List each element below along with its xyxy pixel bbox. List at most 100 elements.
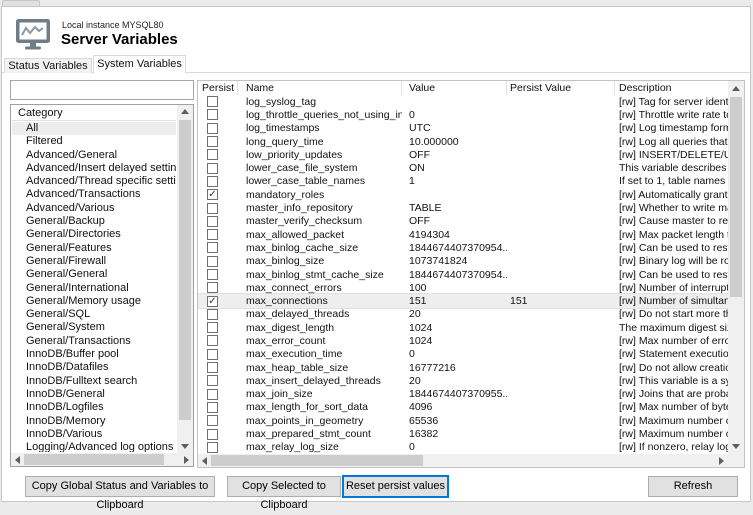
- persist-checkbox[interactable]: [207, 216, 218, 227]
- category-item[interactable]: General/Features: [12, 242, 176, 255]
- table-row[interactable]: max_digest_length1024The maximum digest …: [198, 321, 728, 334]
- table-row[interactable]: max_insert_delayed_threads20[rw] This va…: [198, 374, 728, 387]
- refresh-button[interactable]: Refresh: [648, 476, 738, 497]
- category-search-input[interactable]: [10, 80, 194, 100]
- persist-checkbox[interactable]: [207, 415, 218, 426]
- persist-checkbox[interactable]: [207, 96, 218, 107]
- persist-checkbox[interactable]: [207, 335, 218, 346]
- table-row[interactable]: lower_case_file_systemONThis variable de…: [198, 161, 728, 174]
- persist-checkbox-checked[interactable]: ✓: [207, 189, 218, 200]
- category-item[interactable]: Advanced/Thread specific settings: [12, 175, 176, 188]
- table-row[interactable]: long_query_time10.000000[rw] Log all que…: [198, 135, 728, 148]
- persist-checkbox[interactable]: [207, 136, 218, 147]
- table-row[interactable]: max_heap_table_size16777216[rw] Do not a…: [198, 361, 728, 374]
- category-item[interactable]: General/Transactions: [12, 335, 176, 348]
- persist-checkbox[interactable]: [207, 163, 218, 174]
- category-item[interactable]: InnoDB/General: [12, 388, 176, 401]
- column-header-persist-value[interactable]: Persist Value: [507, 81, 615, 95]
- scrollbar-thumb[interactable]: [24, 454, 164, 465]
- table-row[interactable]: master_verify_checksumOFF[rw] Cause mast…: [198, 215, 728, 228]
- persist-checkbox[interactable]: [207, 375, 218, 386]
- category-column-header[interactable]: Category: [12, 106, 176, 121]
- persist-checkbox[interactable]: [207, 203, 218, 214]
- table-row[interactable]: max_allowed_packet4194304[rw] Max packet…: [198, 228, 728, 241]
- table-row[interactable]: master_info_repositoryTABLE[rw] Whether …: [198, 201, 728, 214]
- category-item[interactable]: General/Memory usage: [12, 295, 176, 308]
- table-row[interactable]: max_binlog_size1073741824[rw] Binary log…: [198, 255, 728, 268]
- tab-status-variables[interactable]: Status Variables: [4, 58, 92, 73]
- category-item[interactable]: All: [12, 122, 176, 135]
- table-row[interactable]: max_error_count1024[rw] Max number of er…: [198, 334, 728, 347]
- persist-checkbox[interactable]: [207, 229, 218, 240]
- table-row[interactable]: lower_case_table_names1If set to 1, tabl…: [198, 175, 728, 188]
- table-row[interactable]: low_priority_updatesOFF[rw] INSERT/DELET…: [198, 148, 728, 161]
- scroll-down-icon[interactable]: [729, 440, 742, 453]
- scroll-down-icon[interactable]: [178, 440, 191, 453]
- scrollbar-thumb[interactable]: [211, 455, 423, 466]
- persist-checkbox[interactable]: [207, 269, 218, 280]
- persist-checkbox[interactable]: [207, 442, 218, 453]
- persist-checkbox[interactable]: [207, 256, 218, 267]
- table-vertical-scrollbar[interactable]: [728, 81, 744, 454]
- category-item[interactable]: Advanced/Transactions: [12, 188, 176, 201]
- persist-checkbox[interactable]: [207, 176, 218, 187]
- column-header-value[interactable]: Value: [402, 81, 507, 95]
- category-item[interactable]: General/Directories: [12, 228, 176, 241]
- category-item[interactable]: General/General: [12, 268, 176, 281]
- category-item[interactable]: Advanced/Various: [12, 202, 176, 215]
- scroll-up-icon[interactable]: [729, 82, 742, 95]
- persist-checkbox[interactable]: [207, 402, 218, 413]
- table-row[interactable]: log_syslog_tag[rw] Tag for server identi…: [198, 95, 728, 108]
- category-item[interactable]: Filtered: [12, 135, 176, 148]
- table-row[interactable]: log_throttle_queries_not_using_inde...0[…: [198, 108, 728, 121]
- category-item[interactable]: InnoDB/Various: [12, 428, 176, 441]
- copy-selected-button[interactable]: Copy Selected to Clipboard: [227, 476, 341, 497]
- column-header-name[interactable]: Name: [238, 81, 402, 95]
- column-header-persist[interactable]: Persist: [198, 81, 238, 95]
- category-item[interactable]: General/International: [12, 282, 176, 295]
- scroll-left-icon[interactable]: [198, 454, 211, 467]
- category-item[interactable]: General/Backup: [12, 215, 176, 228]
- column-header-description[interactable]: Description: [615, 81, 730, 95]
- table-row[interactable]: max_execution_time0[rw] Statement execut…: [198, 348, 728, 361]
- persist-checkbox[interactable]: [207, 362, 218, 373]
- table-row[interactable]: max_prepared_stmt_count16382[rw] Maximum…: [198, 427, 728, 440]
- table-row[interactable]: max_binlog_stmt_cache_size18446744073709…: [198, 268, 728, 281]
- table-row[interactable]: max_relay_log_size0[rw] If nonzero, rela…: [198, 441, 728, 454]
- category-item[interactable]: InnoDB/Buffer pool: [12, 348, 176, 361]
- category-item[interactable]: General/Firewall: [12, 255, 176, 268]
- persist-checkbox[interactable]: [207, 349, 218, 360]
- table-row[interactable]: ✓mandatory_roles[rw] Automatically grant…: [198, 188, 728, 201]
- category-item[interactable]: General/System: [12, 321, 176, 334]
- category-vertical-scrollbar[interactable]: [177, 105, 193, 453]
- persist-checkbox[interactable]: [207, 109, 218, 120]
- table-row[interactable]: max_binlog_cache_size1844674407370954...…: [198, 241, 728, 254]
- table-row[interactable]: max_connect_errors100[rw] Number of inte…: [198, 281, 728, 294]
- persist-checkbox[interactable]: [207, 429, 218, 440]
- scroll-right-icon[interactable]: [715, 454, 728, 467]
- category-item[interactable]: Advanced/Insert delayed settings: [12, 162, 176, 175]
- persist-checkbox[interactable]: [207, 123, 218, 134]
- reset-persist-values-button[interactable]: Reset persist values: [343, 476, 448, 497]
- tab-system-variables[interactable]: System Variables: [93, 55, 186, 74]
- table-row[interactable]: ✓max_connections151151[rw] Number of sim…: [198, 294, 728, 307]
- scroll-up-icon[interactable]: [178, 105, 191, 118]
- persist-checkbox[interactable]: [207, 282, 218, 293]
- category-item[interactable]: General/SQL: [12, 308, 176, 321]
- persist-checkbox[interactable]: [207, 149, 218, 160]
- category-item[interactable]: Logging/Advanced log options: [12, 441, 176, 452]
- persist-checkbox[interactable]: [207, 309, 218, 320]
- category-item[interactable]: InnoDB/Fulltext search: [12, 375, 176, 388]
- copy-global-status-button[interactable]: Copy Global Status and Variables to Clip…: [25, 476, 215, 497]
- category-horizontal-scrollbar[interactable]: [11, 453, 193, 466]
- scrollbar-thumb[interactable]: [730, 97, 742, 297]
- table-horizontal-scrollbar[interactable]: [198, 454, 728, 467]
- table-row[interactable]: max_delayed_threads20[rw] Do not start m…: [198, 308, 728, 321]
- table-row[interactable]: max_points_in_geometry65536[rw] Maximum …: [198, 414, 728, 427]
- persist-checkbox[interactable]: [207, 322, 218, 333]
- category-item[interactable]: Advanced/General: [12, 149, 176, 162]
- persist-checkbox[interactable]: [207, 242, 218, 253]
- category-item[interactable]: InnoDB/Memory: [12, 415, 176, 428]
- table-row[interactable]: max_length_for_sort_data4096[rw] Max num…: [198, 401, 728, 414]
- persist-checkbox-checked[interactable]: ✓: [207, 296, 218, 307]
